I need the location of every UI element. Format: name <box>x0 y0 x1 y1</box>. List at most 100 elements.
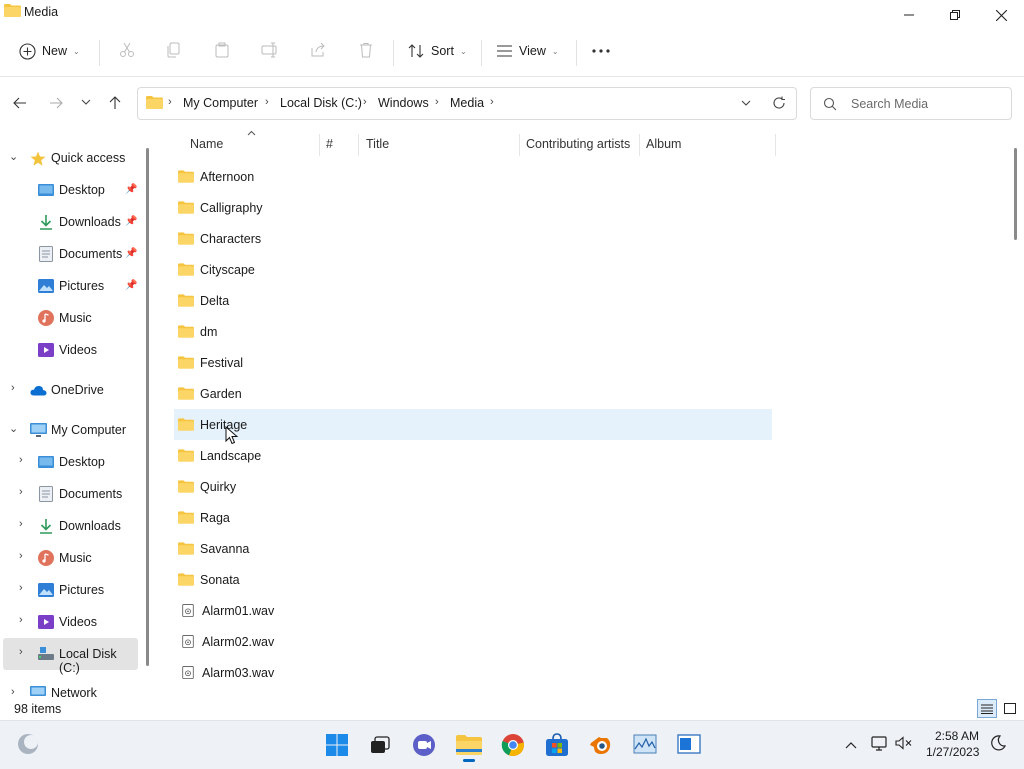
more-options-button[interactable] <box>592 36 610 66</box>
divider <box>393 40 394 66</box>
arrow-right-icon <box>50 97 63 109</box>
view-button[interactable]: View ⌄ <box>496 36 559 66</box>
folder-row[interactable]: Cityscape <box>174 254 772 285</box>
address-dropdown-button[interactable] <box>740 97 752 112</box>
breadcrumb-windows[interactable]: Windows <box>378 96 429 110</box>
window-app-icon <box>677 734 701 754</box>
folder-row[interactable]: Festival <box>174 347 772 378</box>
folder-icon <box>174 480 200 493</box>
close-icon <box>995 9 1007 21</box>
up-button[interactable] <box>107 95 123 114</box>
chevron-right-icon: › <box>265 96 269 108</box>
folder-icon <box>174 356 200 369</box>
search-icon <box>823 97 837 111</box>
start-button[interactable] <box>323 731 351 759</box>
widgets-button[interactable] <box>14 730 42 758</box>
breadcrumb-local-disk[interactable]: Local Disk (C:) <box>280 96 362 110</box>
column-header-number[interactable]: # <box>326 137 333 151</box>
file-explorer-taskbar-button[interactable] <box>455 731 483 762</box>
column-divider[interactable] <box>519 134 520 156</box>
column-header-title[interactable]: Title <box>366 137 389 151</box>
folder-icon <box>174 170 200 183</box>
rename-icon[interactable] <box>260 40 280 60</box>
column-divider[interactable] <box>358 134 359 156</box>
breadcrumb-media[interactable]: Media <box>450 96 484 110</box>
delete-icon[interactable] <box>356 40 376 60</box>
sort-icon <box>408 44 424 58</box>
copy-icon[interactable] <box>164 40 184 60</box>
column-divider[interactable] <box>775 134 776 156</box>
file-row[interactable]: Alarm01.wav <box>174 595 772 626</box>
new-button[interactable]: New ⌄ <box>19 36 80 66</box>
chat-button[interactable] <box>410 731 438 759</box>
file-row[interactable]: Alarm03.wav <box>174 657 772 688</box>
file-row[interactable]: Alarm02.wav <box>174 626 772 657</box>
focus-assist-button[interactable] <box>990 735 1007 754</box>
close-button[interactable] <box>978 0 1024 30</box>
paste-icon[interactable] <box>212 40 232 60</box>
volume-tray-icon[interactable] <box>895 736 913 753</box>
folder-row[interactable]: Raga <box>174 502 772 533</box>
clock-time[interactable]: 2:58 AM <box>935 729 979 743</box>
recent-locations-button[interactable] <box>80 96 92 111</box>
divider <box>99 40 100 66</box>
column-divider[interactable] <box>319 134 320 156</box>
active-indicator <box>463 759 475 762</box>
folder-row[interactable]: Sonata <box>174 564 772 595</box>
clock-date[interactable]: 1/27/2023 <box>926 745 979 759</box>
store-button[interactable] <box>543 731 571 759</box>
folder-icon <box>4 4 21 17</box>
sort-label: Sort <box>431 44 454 58</box>
chrome-button[interactable] <box>499 731 527 759</box>
show-hidden-icons-button[interactable] <box>845 738 857 752</box>
arrow-left-icon <box>13 97 26 109</box>
details-view-button[interactable] <box>977 699 997 718</box>
column-header-contributing-artists[interactable]: Contributing artists <box>526 137 630 151</box>
column-header-name[interactable]: Name <box>190 137 223 151</box>
file-name: Calligraphy <box>200 200 263 215</box>
resource-monitor-button[interactable] <box>631 731 659 759</box>
folder-row[interactable]: Garden <box>174 378 772 409</box>
chevron-right-icon: › <box>168 96 172 108</box>
refresh-button[interactable] <box>772 96 786 113</box>
chat-icon <box>413 734 435 756</box>
details-view-icon <box>981 704 993 714</box>
folder-row[interactable]: Quirky <box>174 471 772 502</box>
main-scrollbar[interactable] <box>1014 148 1017 240</box>
file-name: Garden <box>200 386 242 401</box>
search-input[interactable]: Search Media <box>851 97 928 111</box>
share-icon[interactable] <box>308 40 328 60</box>
file-name: Characters <box>200 231 262 246</box>
folder-row[interactable]: Delta <box>174 285 772 316</box>
forward-button[interactable] <box>48 95 64 114</box>
folder-row[interactable]: Afternoon <box>174 161 772 192</box>
task-view-button[interactable] <box>366 731 394 759</box>
restore-button[interactable] <box>932 0 978 30</box>
folder-row[interactable]: Heritage <box>174 409 772 440</box>
view-list-icon <box>497 45 512 57</box>
tiles-view-button[interactable] <box>1001 699 1019 718</box>
folder-row[interactable]: Characters <box>174 223 772 254</box>
monitor-chart-icon <box>633 734 657 754</box>
column-header-album[interactable]: Album <box>646 137 681 151</box>
folder-row[interactable]: Savanna <box>174 533 772 564</box>
network-tray-icon[interactable] <box>871 735 889 754</box>
back-button[interactable] <box>12 95 28 114</box>
blender-button[interactable] <box>587 731 615 759</box>
breadcrumb-my-computer[interactable]: My Computer <box>183 96 258 110</box>
chevron-down-icon: ⌄ <box>73 46 80 56</box>
minimize-button[interactable] <box>886 0 932 30</box>
chevron-up-icon <box>845 742 857 749</box>
sort-button[interactable]: Sort ⌄ <box>408 36 467 66</box>
folder-row[interactable]: Calligraphy <box>174 192 772 223</box>
folder-row[interactable]: Landscape <box>174 440 772 471</box>
file-list: Afternoon Calligraphy Characters Cityscape D… <box>0 161 1000 697</box>
app-window-button[interactable] <box>675 731 703 759</box>
file-name: Landscape <box>200 448 262 463</box>
file-name: Cityscape <box>200 262 255 277</box>
column-divider[interactable] <box>639 134 640 156</box>
folder-row[interactable]: dm <box>174 316 772 347</box>
cut-icon[interactable] <box>117 40 137 60</box>
chevron-down-icon <box>81 99 91 105</box>
audio-file-icon <box>174 604 202 617</box>
